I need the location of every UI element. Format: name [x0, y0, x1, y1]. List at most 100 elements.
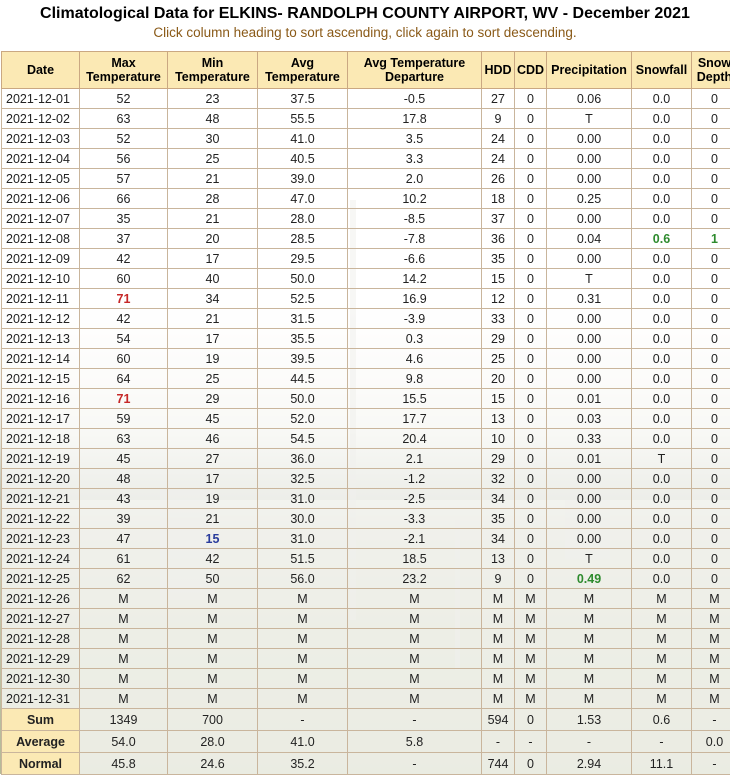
cell-precipitation: M	[547, 689, 632, 709]
cell-avg-temp: 28.0	[258, 209, 348, 229]
cell-min-temp: 29	[168, 389, 258, 409]
table-row: 2021-12-09421729.5-6.63500.000.00	[2, 249, 730, 269]
table-row: 2021-12-17594552.017.71300.030.00	[2, 409, 730, 429]
column-header-min-temp[interactable]: MinTemperature	[168, 52, 258, 89]
table-body: 2021-12-01522337.5-0.52700.060.002021-12…	[2, 89, 730, 709]
cell-snow-depth: M	[692, 589, 730, 609]
cell-avg-temp-departure: 17.7	[348, 409, 482, 429]
cell-precipitation: T	[547, 109, 632, 129]
column-header-snowfall[interactable]: Snowfall	[632, 52, 692, 89]
cell-avg-temp: 41.0	[258, 129, 348, 149]
column-header-hdd[interactable]: HDD	[482, 52, 515, 89]
column-header-label: CDD	[517, 63, 544, 77]
cell-precipitation: M	[547, 649, 632, 669]
cell-min-temp: 17	[168, 329, 258, 349]
cell-cdd: 0	[515, 369, 547, 389]
sort-hint: Click column heading to sort ascending, …	[0, 24, 730, 42]
cell-avg-temp: M	[258, 609, 348, 629]
cell-avg-temp-departure: 0.3	[348, 329, 482, 349]
table-header-row: Date MaxTemperatureMinTemperatureAvgTempe…	[2, 52, 730, 89]
column-header-label: Date	[27, 63, 54, 77]
column-header-avg-temp[interactable]: AvgTemperature	[258, 52, 348, 89]
cell-snow-depth: 0	[692, 169, 730, 189]
cell-avg-temp: 31.5	[258, 309, 348, 329]
cell-min-temp: M	[168, 629, 258, 649]
cell-avg-temp: 56.0	[258, 569, 348, 589]
cell-max-temp: 56	[80, 149, 168, 169]
cell-snowfall: 0.0	[632, 149, 692, 169]
column-header-label: Temperature	[265, 70, 340, 84]
cell-precipitation: 0.00	[547, 369, 632, 389]
cell-snow-depth: 0	[692, 209, 730, 229]
cell-avg-temp-departure: -3.9	[348, 309, 482, 329]
cell-precipitation: 0.00	[547, 129, 632, 149]
cell-snowfall: M	[632, 609, 692, 629]
cell-snow-depth: 0	[692, 189, 730, 209]
cell-snowfall: 0.0	[632, 429, 692, 449]
cell-avg-temp-departure: 3.5	[348, 129, 482, 149]
cell-cdd: 0	[515, 349, 547, 369]
cell-snow-depth: 0	[692, 429, 730, 449]
column-header-avg-temp-departure[interactable]: Avg TemperatureDeparture	[348, 52, 482, 89]
column-header-precipitation[interactable]: Precipitation	[547, 52, 632, 89]
cell-date: 2021-12-08	[2, 229, 80, 249]
cell-min-temp: 25	[168, 149, 258, 169]
cell-max-temp: M	[80, 609, 168, 629]
column-header-date[interactable]: Date	[2, 52, 80, 89]
cell-avg-temp-departure: 4.6	[348, 349, 482, 369]
column-header-max-temp[interactable]: MaxTemperature	[80, 52, 168, 89]
cell-avg-temp-departure: 2.1	[348, 449, 482, 469]
cell-max-temp: 54	[80, 329, 168, 349]
cell-precipitation: M	[547, 589, 632, 609]
cell-avg-temp: 29.5	[258, 249, 348, 269]
table-row: 2021-12-20481732.5-1.23200.000.00	[2, 469, 730, 489]
cell-date: 2021-12-26	[2, 589, 80, 609]
cell-snowfall: 0.0	[632, 209, 692, 229]
cell-max-temp: 59	[80, 409, 168, 429]
cell-max-temp: 48	[80, 469, 168, 489]
cell-hdd: 26	[482, 169, 515, 189]
cell-avg-temp-departure: -	[348, 709, 482, 731]
cell-cdd: 0	[515, 529, 547, 549]
cell-cdd: 0	[515, 309, 547, 329]
table-row: 2021-12-31MMMMMMMMM	[2, 689, 730, 709]
cell-date: 2021-12-11	[2, 289, 80, 309]
cell-max-temp: 54.0	[80, 731, 168, 753]
cell-snow-depth: -	[692, 753, 730, 775]
column-header-snow-depth[interactable]: SnowDepth	[692, 52, 730, 89]
cell-min-temp: 19	[168, 489, 258, 509]
cell-precipitation: -	[547, 731, 632, 753]
cell-hdd: M	[482, 609, 515, 629]
cell-avg-temp: 35.5	[258, 329, 348, 349]
cell-min-temp: 34	[168, 289, 258, 309]
cell-precipitation: T	[547, 269, 632, 289]
cell-cdd: 0	[515, 509, 547, 529]
cell-min-temp: M	[168, 589, 258, 609]
cell-precipitation: 0.33	[547, 429, 632, 449]
cell-snow-depth: 0	[692, 389, 730, 409]
cell-hdd: 12	[482, 289, 515, 309]
cell-precipitation: 0.06	[547, 89, 632, 109]
cell-precipitation: T	[547, 549, 632, 569]
cell-snowfall: 0.0	[632, 309, 692, 329]
cell-precipitation: 0.00	[547, 169, 632, 189]
cell-snow-depth: 0	[692, 569, 730, 589]
cell-precipitation: 0.00	[547, 249, 632, 269]
cell-snowfall: 0.0	[632, 409, 692, 429]
table-row: 2021-12-21431931.0-2.53400.000.00	[2, 489, 730, 509]
cell-avg-temp-departure: 5.8	[348, 731, 482, 753]
cell-date: 2021-12-12	[2, 309, 80, 329]
table-row: 2021-12-13541735.50.32900.000.00	[2, 329, 730, 349]
cell-cdd: M	[515, 609, 547, 629]
cell-avg-temp-departure: M	[348, 609, 482, 629]
table-row: 2021-12-06662847.010.21800.250.00	[2, 189, 730, 209]
cell-cdd: 0	[515, 89, 547, 109]
cell-avg-temp-departure: M	[348, 629, 482, 649]
table-row: 2021-12-02634855.517.890T0.00	[2, 109, 730, 129]
cell-date: 2021-12-29	[2, 649, 80, 669]
column-header-cdd[interactable]: CDD	[515, 52, 547, 89]
cell-precipitation: M	[547, 609, 632, 629]
cell-date: 2021-12-31	[2, 689, 80, 709]
cell-snow-depth: M	[692, 609, 730, 629]
cell-avg-temp-departure: 15.5	[348, 389, 482, 409]
